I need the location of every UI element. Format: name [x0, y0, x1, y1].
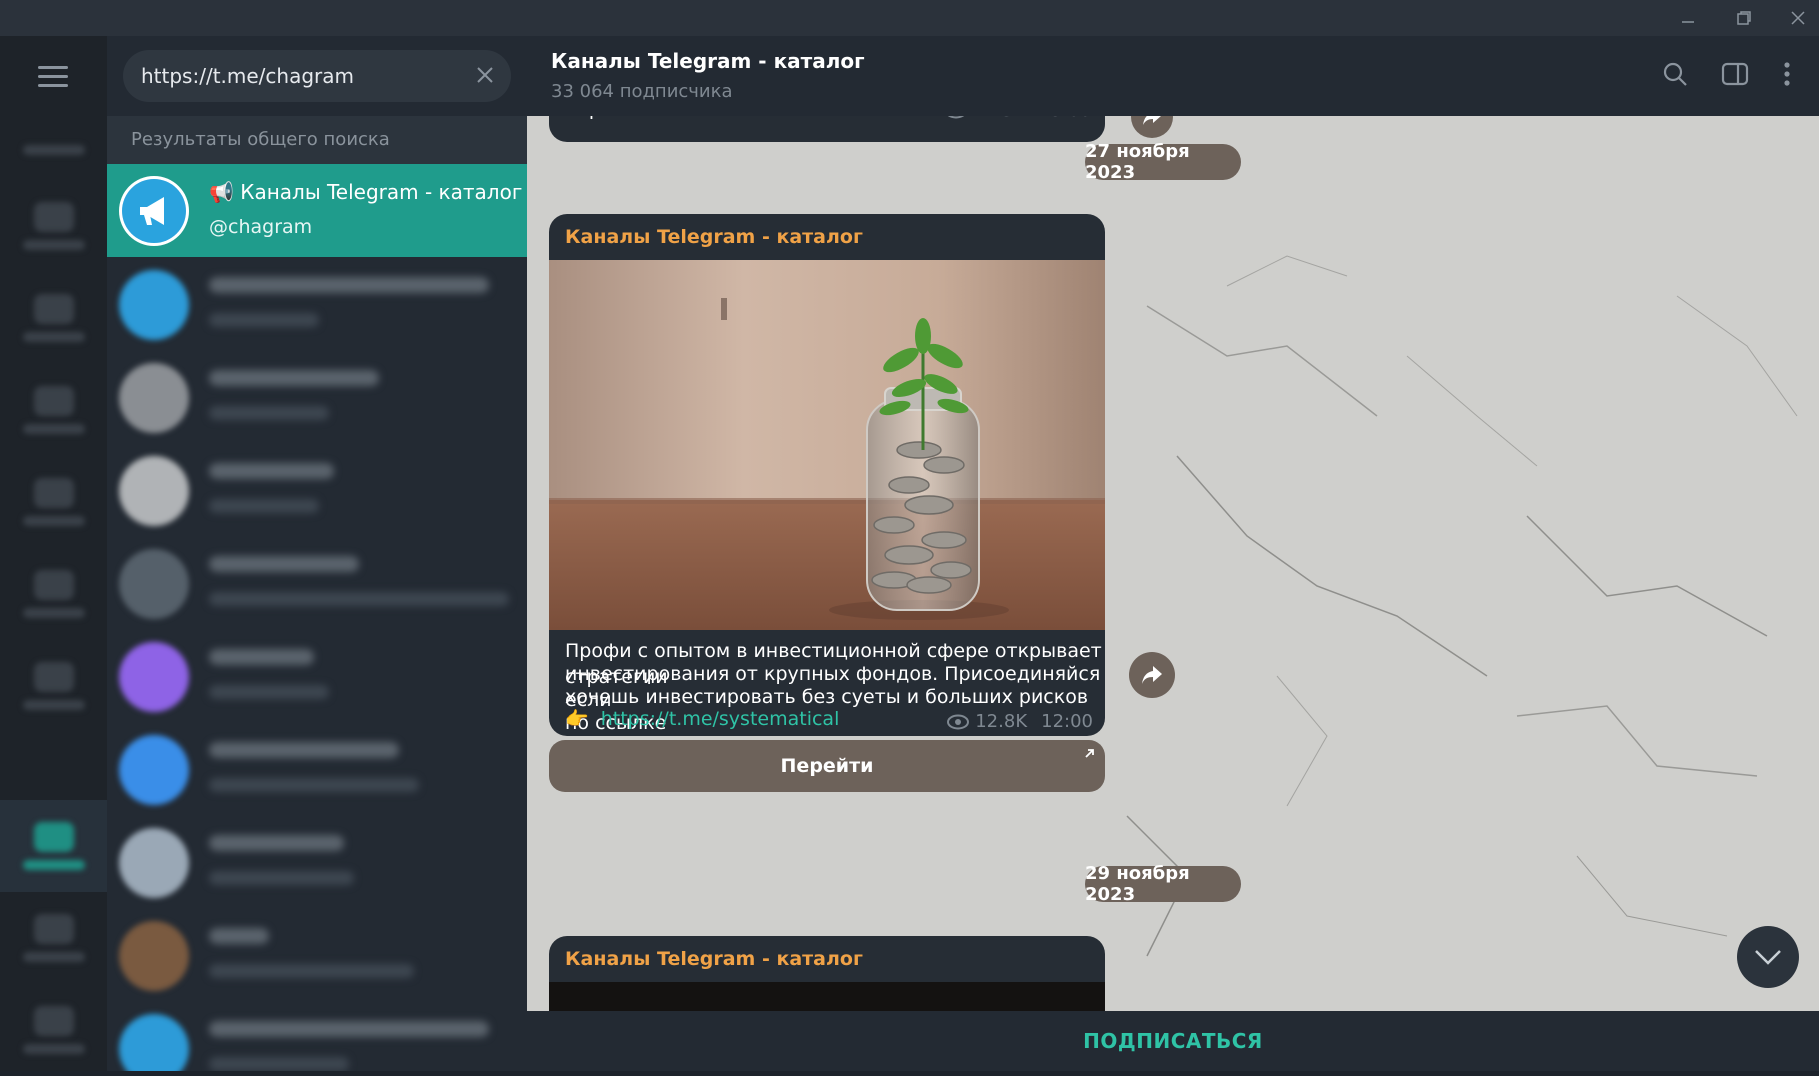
external-link-icon — [1085, 749, 1094, 758]
avatar — [119, 270, 189, 340]
share-button[interactable] — [1129, 652, 1175, 698]
views-icon — [947, 714, 970, 729]
avatar — [119, 176, 189, 246]
subscribe-bar[interactable]: ПОДПИСАТЬСЯ — [527, 1011, 1819, 1071]
folder-item-active[interactable] — [0, 800, 107, 892]
close-window-button[interactable] — [1770, 0, 1819, 36]
megaphone-icon — [122, 179, 186, 243]
restore-button[interactable] — [1716, 0, 1772, 36]
chat-area: Зарабатывайте вместе с Eteller! 14.5K 19… — [527, 36, 1819, 1071]
more-button[interactable] — [1769, 56, 1805, 92]
subscribe-button[interactable]: ПОДПИСАТЬСЯ — [1083, 1029, 1263, 1053]
message-text-line: 👉 https://t.me/systematical — [565, 706, 839, 732]
post-photo[interactable] — [549, 260, 1105, 630]
avatar — [119, 921, 189, 991]
go-to-link-button[interactable]: Перейти — [549, 740, 1105, 792]
selected-result[interactable]: 📢 Каналы Telegram - каталог @chagram — [107, 164, 527, 257]
sidebar-toggle-button[interactable] — [1717, 56, 1753, 92]
more-vertical-icon — [1784, 62, 1790, 86]
message-bubble[interactable]: Каналы Telegram - каталог — [549, 214, 1105, 736]
date-separator: 29 ноября 2023 — [1085, 863, 1241, 905]
message-meta: 12.8K 12:00 — [947, 711, 1093, 732]
avatar — [119, 642, 189, 712]
result-username: @chagram — [209, 216, 313, 238]
search-result-item[interactable] — [107, 350, 527, 443]
close-icon — [1791, 11, 1805, 25]
search-input[interactable]: https://t.me/chagram — [141, 64, 354, 88]
close-icon — [477, 67, 493, 83]
search-result-item[interactable] — [107, 443, 527, 536]
folders-sidebar — [0, 36, 107, 1071]
clear-search-button[interactable] — [473, 63, 497, 87]
search-result-item[interactable] — [107, 257, 527, 350]
channel-title[interactable]: Каналы Telegram - каталог — [551, 49, 865, 73]
folder-item[interactable] — [0, 364, 107, 456]
search-result-item[interactable] — [107, 908, 527, 1001]
avatar — [119, 1014, 189, 1071]
avatar — [119, 549, 189, 619]
results-header-label: Результаты общего поиска — [131, 129, 390, 150]
avatar — [119, 735, 189, 805]
result-title: 📢 Каналы Telegram - каталог — [209, 180, 523, 204]
folder-item[interactable] — [0, 548, 107, 640]
search-result-item[interactable] — [107, 629, 527, 722]
pointing-emoji: 👉 — [565, 708, 589, 730]
folder-item[interactable] — [0, 456, 107, 548]
search-result-item[interactable] — [107, 722, 527, 815]
date-separator: 27 ноября 2023 — [1085, 141, 1241, 183]
search-result-item[interactable] — [107, 536, 527, 629]
search-result-item[interactable] — [107, 815, 527, 908]
folder-item[interactable] — [0, 120, 107, 180]
restore-icon — [1737, 11, 1751, 25]
go-to-label: Перейти — [780, 755, 874, 777]
avatar — [119, 363, 189, 433]
folder-item[interactable] — [0, 272, 107, 364]
search-button[interactable] — [1657, 56, 1693, 92]
scroll-down-button[interactable] — [1737, 926, 1799, 988]
share-icon — [1142, 666, 1162, 684]
avatar — [119, 828, 189, 898]
menu-icon — [38, 66, 68, 69]
search-results-header: Результаты общего поиска — [107, 116, 527, 164]
sidebar-icon — [1721, 62, 1749, 86]
folder-item[interactable] — [0, 640, 107, 732]
minimize-icon — [1682, 21, 1694, 23]
folder-item[interactable] — [0, 892, 107, 984]
message-author: Каналы Telegram - каталог — [565, 226, 863, 248]
avatar — [119, 456, 189, 526]
folder-item[interactable] — [0, 180, 107, 272]
message-time: 12:00 — [1041, 711, 1093, 732]
search-icon — [1663, 62, 1687, 86]
chat-header: Каналы Telegram - каталог 33 064 подписч… — [527, 36, 1819, 116]
message-author: Каналы Telegram - каталог — [565, 948, 863, 970]
chevron-down-icon — [1755, 950, 1781, 965]
window-titlebar — [0, 0, 1819, 36]
menu-button[interactable] — [38, 66, 68, 88]
message-link[interactable]: https://t.me/systematical — [601, 708, 840, 730]
subscriber-count: 33 064 подписчика — [551, 81, 733, 102]
views-count: 12.8K — [975, 711, 1028, 732]
folder-item[interactable] — [0, 984, 107, 1076]
minimize-button[interactable] — [1660, 0, 1716, 36]
search-field[interactable]: https://t.me/chagram — [123, 50, 511, 102]
search-result-item[interactable] — [107, 1001, 527, 1071]
